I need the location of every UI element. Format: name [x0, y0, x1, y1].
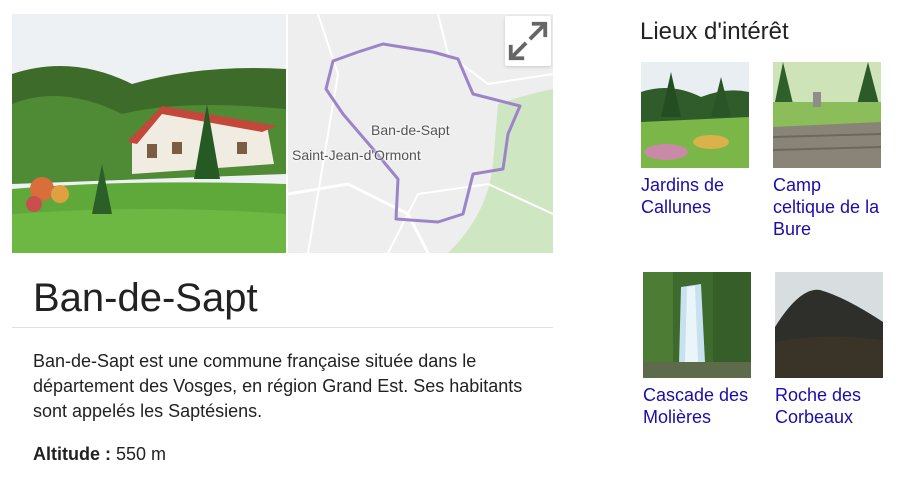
poi-link[interactable]: Cascade des Molières: [643, 384, 755, 428]
village-photo-image: [12, 14, 286, 253]
place-photo[interactable]: [12, 14, 286, 253]
fact-altitude: Altitude : 550 m: [33, 444, 166, 465]
poi-link[interactable]: Camp celtique de la Bure: [773, 174, 885, 240]
expand-arrows-icon: [508, 21, 548, 61]
map-panel[interactable]: Ban-de-Sapt Saint-Jean-d'Ormont: [288, 14, 553, 253]
waterfall-photo-image: [643, 272, 751, 378]
camp-photo-image: [773, 62, 881, 168]
garden-photo-image: [641, 62, 749, 168]
poi-thumbnail[interactable]: [641, 62, 749, 168]
poi-thumbnail[interactable]: [643, 272, 751, 378]
mountain-photo-image: [775, 272, 883, 378]
poi-card-camp-celtique[interactable]: Camp celtique de la Bure: [773, 62, 885, 240]
fact-label: Altitude :: [33, 444, 111, 464]
place-title: Ban-de-Sapt: [33, 276, 258, 320]
divider: [12, 327, 553, 328]
poi-thumbnail[interactable]: [775, 272, 883, 378]
map-town-label: Ban-de-Sapt: [371, 122, 450, 138]
poi-thumbnail[interactable]: [773, 62, 881, 168]
poi-card-jardins[interactable]: Jardins de Callunes: [641, 62, 753, 218]
expand-map-button[interactable]: [505, 16, 551, 66]
poi-card-cascade[interactable]: Cascade des Molières: [643, 272, 755, 428]
poi-heading: Lieux d'intérêt: [640, 18, 789, 45]
poi-link[interactable]: Jardins de Callunes: [641, 174, 753, 218]
map-neighbor-label: Saint-Jean-d'Ormont: [292, 147, 421, 163]
fact-value: 550 m: [116, 444, 167, 464]
poi-card-roche[interactable]: Roche des Corbeaux: [775, 272, 887, 428]
poi-link[interactable]: Roche des Corbeaux: [775, 384, 887, 428]
place-description: Ban-de-Sapt est une commune française si…: [33, 351, 523, 421]
